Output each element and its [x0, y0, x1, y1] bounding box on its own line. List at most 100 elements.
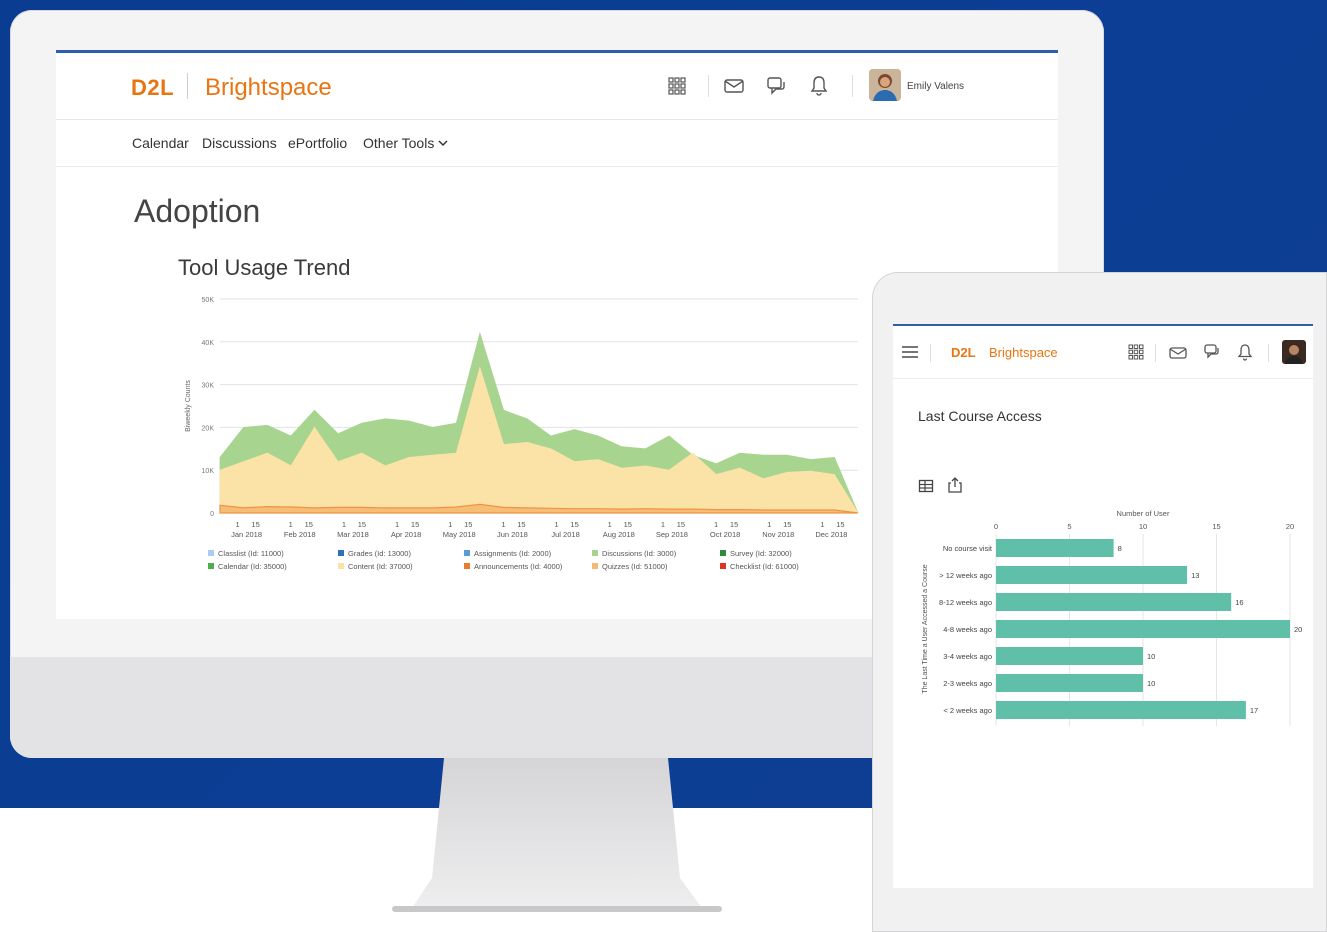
category-label: < 2 weeks ago — [943, 706, 992, 715]
x-tick-day: 15 — [677, 520, 685, 529]
x-tick-label: 5 — [1067, 522, 1071, 531]
legend-swatch — [464, 550, 470, 556]
x-tick-day: 15 — [783, 520, 791, 529]
nav-item-other-tools[interactable]: Other Tools — [363, 135, 434, 151]
x-tick-month: Jun 2018 — [497, 530, 528, 539]
x-tick-day: 15 — [517, 520, 525, 529]
tablet-screen: D2L Brightspace Last Course Access Numbe… — [893, 324, 1313, 888]
mail-icon[interactable] — [1169, 346, 1187, 360]
legend-swatch — [208, 563, 214, 569]
data-label: 13 — [1191, 571, 1199, 580]
category-label: No course visit — [943, 544, 993, 553]
apps-grid-icon[interactable] — [1128, 344, 1144, 360]
desktop-header: D2L Brightspace Emily Valens — [56, 53, 1058, 120]
x-tick-day: 15 — [305, 520, 313, 529]
x-tick-label: 10 — [1139, 522, 1147, 531]
x-tick-month: May 2018 — [443, 530, 476, 539]
x-tick-day: 1 — [395, 520, 399, 529]
data-label: 20 — [1294, 625, 1302, 634]
y-axis-label: The Last Time a User Accessed a Course — [922, 564, 929, 693]
bar — [996, 593, 1232, 611]
table-view-icon[interactable] — [918, 478, 934, 494]
x-tick-day: 15 — [730, 520, 738, 529]
x-tick-month: Sep 2018 — [656, 530, 688, 539]
last-course-access-chart: Number of User 0 5 10 15 20 No course visit 8 > … — [913, 506, 1313, 736]
x-tick-day: 1 — [767, 520, 771, 529]
legend-label: Discussions (Id: 3000) — [602, 549, 677, 558]
user-name[interactable]: Emily Valens — [907, 81, 964, 92]
legend-label: Assignments (Id: 2000) — [474, 549, 552, 558]
category-label: > 12 weeks ago — [939, 571, 992, 580]
x-tick-day: 1 — [608, 520, 612, 529]
category-label: 2-3 weeks ago — [943, 679, 992, 688]
x-tick-month: Apr 2018 — [391, 530, 421, 539]
y-tick-label: 20K — [202, 425, 215, 432]
legend-label: Survey (Id: 32000) — [730, 549, 792, 558]
x-tick-month: Feb 2018 — [284, 530, 316, 539]
legend-swatch — [464, 563, 470, 569]
x-tick-day: 1 — [448, 520, 452, 529]
x-tick-day: 15 — [411, 520, 419, 529]
x-tick-day: 1 — [235, 520, 239, 529]
chat-icon[interactable] — [765, 75, 787, 97]
y-tick-label: 10K — [202, 468, 215, 475]
chart-title: Tool Usage Trend — [178, 255, 351, 280]
data-label: 16 — [1235, 598, 1243, 607]
nav-item-discussions[interactable]: Discussions — [202, 135, 277, 151]
legend-swatch — [338, 563, 344, 569]
category-label: 3-4 weeks ago — [943, 652, 992, 661]
x-tick-month: Aug 2018 — [603, 530, 635, 539]
monitor-stand — [392, 758, 722, 912]
x-tick-month: Jan 2018 — [231, 530, 262, 539]
legend-swatch — [338, 550, 344, 556]
apps-grid-icon[interactable] — [667, 76, 687, 96]
category-label: 4-8 weeks ago — [943, 625, 992, 634]
x-tick-label: 15 — [1212, 522, 1220, 531]
avatar[interactable] — [1282, 340, 1306, 364]
user-photo-icon — [869, 69, 901, 101]
mail-icon[interactable] — [723, 77, 745, 95]
header-divider — [708, 75, 709, 97]
bar — [996, 566, 1188, 584]
avatar[interactable] — [869, 69, 901, 101]
page-title: Adoption — [134, 193, 261, 229]
d2l-logo[interactable]: D2L — [951, 345, 976, 360]
legend-swatch — [720, 563, 726, 569]
x-tick-day: 1 — [501, 520, 505, 529]
legend-label: Checklist (Id: 61000) — [730, 562, 799, 571]
bar — [996, 701, 1246, 719]
x-tick-day: 15 — [358, 520, 366, 529]
tablet-header: D2L Brightspace — [893, 326, 1313, 379]
x-tick-day: 1 — [661, 520, 665, 529]
x-tick-day: 15 — [251, 520, 259, 529]
chevron-down-icon[interactable] — [438, 139, 448, 147]
x-tick-label: 20 — [1286, 522, 1294, 531]
header-divider — [1155, 344, 1156, 362]
legend-label: Content (Id: 37000) — [348, 562, 413, 571]
x-tick-label: 0 — [994, 522, 998, 531]
bar — [996, 674, 1143, 692]
x-tick-day: 1 — [342, 520, 346, 529]
data-label: 10 — [1147, 652, 1155, 661]
export-icon[interactable] — [947, 476, 963, 494]
brightspace-logo[interactable]: Brightspace — [989, 345, 1058, 360]
legend-swatch — [720, 550, 726, 556]
brightspace-logo[interactable]: Brightspace — [205, 74, 332, 102]
y-tick-label: 0 — [210, 511, 214, 518]
nav-item-calendar[interactable]: Calendar — [132, 135, 189, 151]
bell-icon[interactable] — [809, 74, 829, 96]
d2l-logo[interactable]: D2L — [131, 75, 174, 101]
y-axis-label: Biweekly Counts — [185, 380, 192, 432]
bell-icon[interactable] — [1237, 343, 1253, 361]
header-divider — [930, 344, 931, 362]
x-tick-month: Dec 2018 — [815, 530, 847, 539]
nav-item-eportfolio[interactable]: ePortfolio — [288, 135, 347, 151]
x-tick-month: Mar 2018 — [337, 530, 369, 539]
x-tick-month: Nov 2018 — [762, 530, 794, 539]
bar — [996, 620, 1290, 638]
legend-label: Grades (Id: 13000) — [348, 549, 411, 558]
chat-icon[interactable] — [1203, 343, 1221, 361]
x-tick-day: 1 — [820, 520, 824, 529]
menu-icon[interactable] — [901, 345, 919, 359]
data-label: 8 — [1118, 544, 1122, 553]
